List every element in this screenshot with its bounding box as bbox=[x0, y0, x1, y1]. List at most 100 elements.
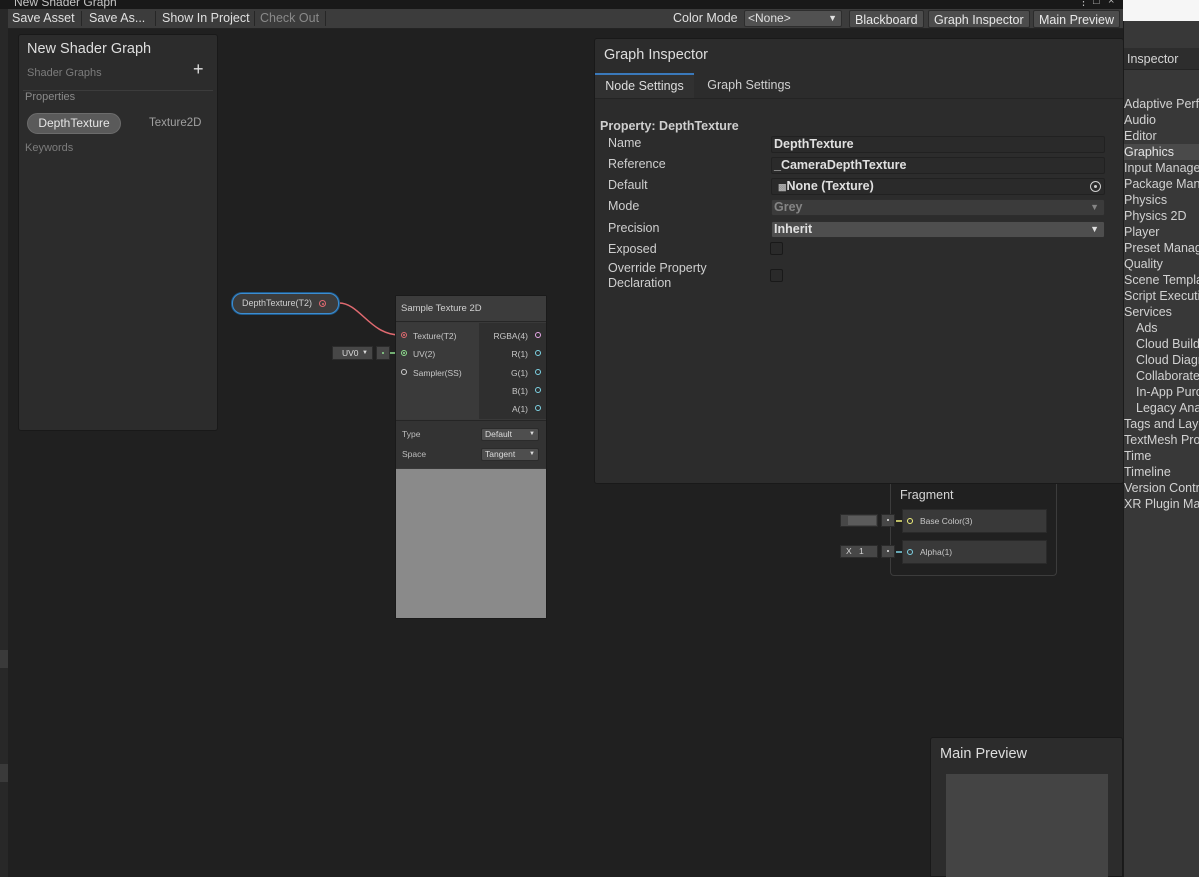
a-output-port[interactable] bbox=[535, 405, 541, 411]
settings-item[interactable]: Physics bbox=[1124, 192, 1199, 208]
texture-input-port[interactable] bbox=[401, 332, 407, 338]
uv-channel-value: UV0 bbox=[342, 348, 359, 358]
base-color-label: Base Color(3) bbox=[920, 516, 973, 526]
chevron-down-icon: ▼ bbox=[1090, 224, 1099, 234]
property-node-label: DepthTexture(T2) bbox=[242, 298, 313, 308]
node-title[interactable]: Sample Texture 2D bbox=[396, 296, 546, 322]
space-value: Tangent bbox=[485, 449, 516, 459]
reference-field[interactable]: _CameraDepthTexture bbox=[771, 157, 1105, 174]
alpha-input[interactable]: X 1 bbox=[840, 545, 878, 558]
exposed-checkbox[interactable] bbox=[770, 242, 783, 255]
default-label: Default bbox=[608, 178, 648, 192]
output-label: B(1) bbox=[511, 386, 528, 396]
uv-input-port[interactable] bbox=[401, 350, 407, 356]
texture-wire bbox=[338, 302, 401, 336]
space-label: Space bbox=[402, 449, 427, 459]
chevron-down-icon: ▼ bbox=[529, 451, 535, 457]
node-preview bbox=[396, 469, 546, 618]
default-texture-field[interactable]: ▩None (Texture) bbox=[771, 178, 1105, 195]
settings-item[interactable]: Package Manager bbox=[1124, 176, 1199, 192]
uv-channel-dropdown[interactable]: UV0 ▼ bbox=[332, 346, 373, 360]
settings-item[interactable]: Preset Manager bbox=[1124, 240, 1199, 256]
base-color-input[interactable] bbox=[840, 514, 878, 527]
settings-item[interactable]: Tags and Layers bbox=[1124, 416, 1199, 432]
settings-item[interactable]: Player bbox=[1124, 224, 1199, 240]
tab-node-settings[interactable]: Node Settings bbox=[595, 73, 694, 98]
property-node[interactable]: DepthTexture(T2) bbox=[232, 293, 339, 314]
mode-label: Mode bbox=[608, 199, 640, 213]
object-picker-icon[interactable] bbox=[1090, 181, 1101, 192]
node-outputs: RGBA(4) R(1) G(1) B(1) A(1) bbox=[479, 323, 546, 419]
chevron-down-icon: ▼ bbox=[362, 350, 368, 356]
override-declaration-label: Override Property Declaration bbox=[608, 261, 707, 291]
alpha-axis-label: X bbox=[846, 546, 852, 556]
settings-item[interactable]: Graphics bbox=[1124, 144, 1199, 160]
sample-texture-2d-node[interactable]: Sample Texture 2D Texture(T2) UV(2) Samp… bbox=[395, 295, 547, 619]
default-texture-value: None (Texture) bbox=[786, 179, 874, 193]
base-color-block[interactable]: Base Color(3) bbox=[902, 509, 1047, 533]
settings-item[interactable]: Collaborate bbox=[1124, 368, 1199, 384]
tab-graph-settings[interactable]: Graph Settings bbox=[694, 73, 804, 98]
alpha-block[interactable]: Alpha(1) bbox=[902, 540, 1047, 564]
main-preview-panel[interactable]: Main Preview bbox=[930, 737, 1123, 877]
r-output-port[interactable] bbox=[535, 350, 541, 356]
rgba-output-port[interactable] bbox=[535, 332, 541, 338]
input-label: UV(2) bbox=[413, 349, 436, 359]
settings-item[interactable]: Audio bbox=[1124, 112, 1199, 128]
base-color-connector[interactable] bbox=[881, 514, 895, 527]
base-color-port[interactable] bbox=[907, 518, 913, 524]
settings-item[interactable]: Editor bbox=[1124, 128, 1199, 144]
exposed-label: Exposed bbox=[608, 242, 657, 256]
input-label: Texture(T2) bbox=[413, 331, 457, 341]
settings-item[interactable]: TextMesh Pro bbox=[1124, 432, 1199, 448]
settings-item[interactable]: Input Manager bbox=[1124, 160, 1199, 176]
settings-item[interactable]: In-App Purchasing bbox=[1124, 384, 1199, 400]
b-output-port[interactable] bbox=[535, 387, 541, 393]
output-label: RGBA(4) bbox=[493, 331, 528, 341]
g-output-port[interactable] bbox=[535, 369, 541, 375]
settings-item[interactable]: Cloud Diagnostics bbox=[1124, 352, 1199, 368]
sampler-input-port[interactable] bbox=[401, 369, 407, 375]
tab-inspector[interactable]: Inspector bbox=[1127, 52, 1178, 66]
divider bbox=[595, 98, 1123, 99]
node-settings: Type Default ▼ Space Tangent ▼ bbox=[396, 420, 546, 468]
alpha-value: 1 bbox=[859, 546, 864, 556]
name-field[interactable]: DepthTexture bbox=[771, 136, 1105, 153]
uv-connector[interactable] bbox=[376, 346, 390, 360]
graph-inspector-panel[interactable]: Graph Inspector Node Settings Graph Sett… bbox=[594, 38, 1124, 484]
settings-item[interactable]: Physics 2D bbox=[1124, 208, 1199, 224]
mode-dropdown[interactable]: Grey ▼ bbox=[771, 199, 1105, 216]
settings-item[interactable]: Legacy Analytics bbox=[1124, 400, 1199, 416]
name-label: Name bbox=[608, 136, 642, 150]
texture-output-port[interactable] bbox=[319, 300, 326, 307]
settings-item[interactable]: Time bbox=[1124, 448, 1199, 464]
input-label: Sampler(SS) bbox=[413, 368, 462, 378]
texture-icon: ▩ bbox=[778, 182, 787, 192]
node-inputs: Texture(T2) UV(2) Sampler(SS) bbox=[396, 323, 479, 419]
settings-item[interactable]: Ads bbox=[1124, 320, 1199, 336]
settings-item[interactable]: Services bbox=[1124, 304, 1199, 320]
reference-label: Reference bbox=[608, 157, 666, 171]
settings-item[interactable]: Script Execution bbox=[1124, 288, 1199, 304]
settings-item[interactable]: Cloud Build bbox=[1124, 336, 1199, 352]
fragment-title: Fragment bbox=[900, 488, 954, 502]
alpha-port[interactable] bbox=[907, 549, 913, 555]
graph-inspector-title: Graph Inspector bbox=[604, 47, 708, 63]
settings-item[interactable]: Adaptive Performance bbox=[1124, 96, 1199, 112]
settings-item[interactable]: Timeline bbox=[1124, 464, 1199, 480]
settings-item[interactable]: Scene Template bbox=[1124, 272, 1199, 288]
override-declaration-checkbox[interactable] bbox=[770, 269, 783, 282]
settings-item[interactable]: Quality bbox=[1124, 256, 1199, 272]
settings-item[interactable]: Version Control bbox=[1124, 480, 1199, 496]
precision-dropdown[interactable]: Inherit ▼ bbox=[771, 221, 1105, 238]
space-dropdown[interactable]: Tangent ▼ bbox=[481, 448, 539, 461]
type-dropdown[interactable]: Default ▼ bbox=[481, 428, 539, 441]
type-value: Default bbox=[485, 429, 512, 439]
settings-item[interactable]: XR Plugin Management bbox=[1124, 496, 1199, 512]
alpha-connector[interactable] bbox=[881, 545, 895, 558]
override-label-line: Declaration bbox=[608, 276, 672, 290]
preview-viewport[interactable] bbox=[946, 774, 1108, 877]
precision-value: Inherit bbox=[774, 222, 813, 236]
type-label: Type bbox=[402, 429, 421, 439]
fragment-context[interactable]: Fragment Base Color(3) Alpha(1) bbox=[890, 484, 1057, 576]
